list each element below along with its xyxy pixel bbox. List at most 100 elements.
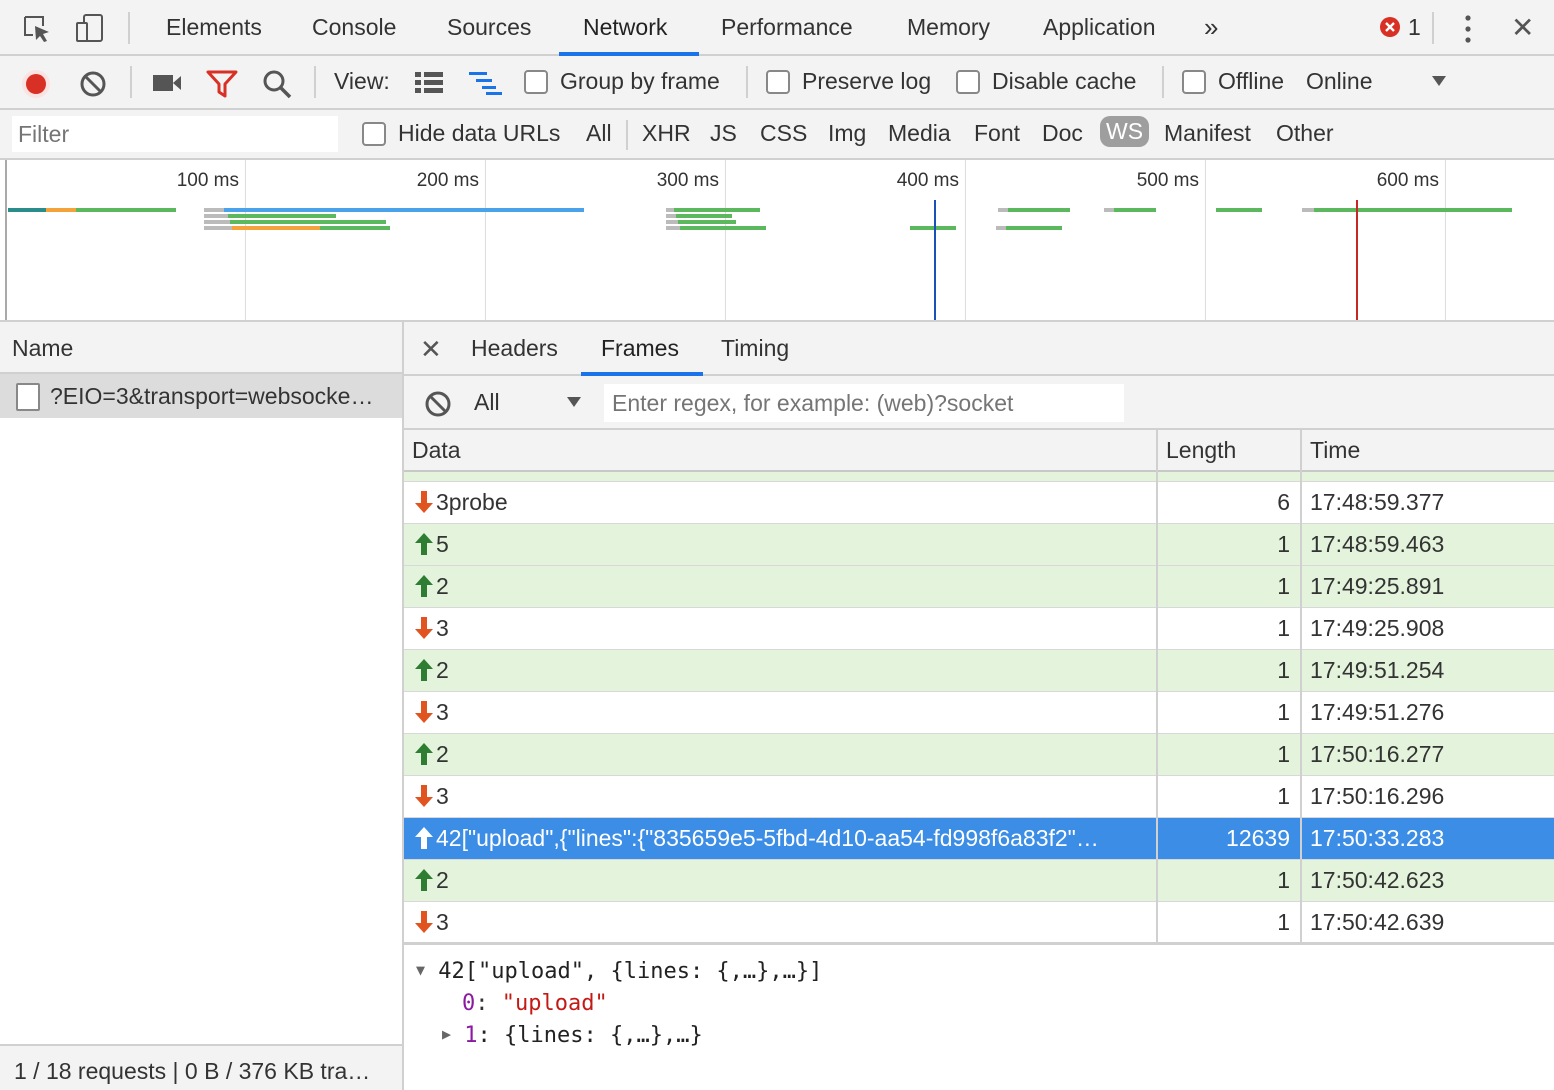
timeline-overview[interactable]: 100 ms 200 ms 300 ms 400 ms 500 ms 600 ms: [0, 160, 1554, 322]
timeline-bar: [8, 208, 46, 212]
kebab-menu-icon[interactable]: [1460, 14, 1476, 44]
search-icon[interactable]: [262, 69, 292, 99]
chevron-down-icon[interactable]: [1430, 74, 1448, 88]
preview-string-value: "upload": [501, 991, 608, 1016]
frame-data: 2: [436, 741, 449, 767]
timeline-tick-label: 100 ms: [176, 170, 239, 191]
hide-data-urls-checkbox[interactable]: [362, 122, 386, 146]
frame-length: 1: [1277, 783, 1290, 809]
tab-elements[interactable]: Elements: [166, 14, 262, 41]
throttling-select[interactable]: Online: [1306, 68, 1372, 95]
device-toolbar-icon[interactable]: [74, 12, 106, 44]
timeline-tick-label: 600 ms: [1376, 170, 1439, 191]
request-name: ?EIO=3&transport=websocke…: [50, 383, 374, 409]
tab-network[interactable]: Network: [583, 14, 667, 41]
tab-memory[interactable]: Memory: [907, 14, 990, 41]
filter-type-css[interactable]: CSS: [760, 120, 807, 147]
frame-time: 17:49:51.254: [1310, 657, 1445, 683]
frame-row[interactable]: 3 1 17:49:51.276: [404, 692, 1554, 734]
filter-type-manifest[interactable]: Manifest: [1164, 120, 1251, 147]
dom-content-loaded-marker: [934, 200, 936, 320]
regex-filter-input[interactable]: [604, 384, 1124, 422]
frame-row[interactable]: 3 1 17:49:25.908: [404, 608, 1554, 650]
time-column-header[interactable]: Time: [1310, 437, 1360, 464]
frame-row[interactable]: 2 1 17:49:51.254: [404, 650, 1554, 692]
request-summary: 1 / 18 requests | 0 B / 376 KB tra…: [14, 1058, 371, 1084]
frame-time: 17:50:16.296: [1310, 783, 1445, 809]
filter-input-box[interactable]: [12, 116, 338, 152]
frame-time: 17:50:42.639: [1310, 909, 1445, 935]
record-icon[interactable]: [20, 68, 52, 100]
tab-console[interactable]: Console: [312, 14, 396, 41]
timeline-gridline: [965, 160, 966, 320]
preview-object-value: {lines: {,…},…}: [504, 1023, 703, 1048]
timeline-tick-label: 400 ms: [896, 170, 959, 191]
offline-checkbox[interactable]: [1182, 70, 1206, 94]
clear-frames-icon[interactable]: [424, 390, 452, 418]
tab-sources[interactable]: Sources: [447, 14, 531, 41]
filter-type-xhr[interactable]: XHR: [642, 120, 691, 147]
divider: [314, 66, 316, 98]
triangle-down-icon[interactable]: ▼: [416, 961, 425, 979]
frame-data: 2: [436, 573, 449, 599]
detail-tab-timing[interactable]: Timing: [721, 335, 789, 362]
group-by-frame-checkbox[interactable]: [524, 70, 548, 94]
filter-type-doc[interactable]: Doc: [1042, 120, 1083, 147]
error-count[interactable]: 1: [1408, 14, 1421, 41]
close-detail-icon[interactable]: ✕: [420, 334, 442, 365]
more-tabs-button[interactable]: »: [1204, 12, 1218, 43]
frame-data: 2: [436, 867, 449, 893]
filter-funnel-icon[interactable]: [206, 70, 238, 98]
detail-tab-headers[interactable]: Headers: [471, 335, 558, 362]
clear-icon[interactable]: [79, 70, 107, 98]
filter-type-media[interactable]: Media: [888, 120, 951, 147]
disable-cache-checkbox[interactable]: [956, 70, 980, 94]
filter-type-font[interactable]: Font: [974, 120, 1020, 147]
filter-type-other[interactable]: Other: [1276, 120, 1334, 147]
frame-row[interactable]: 2 1 17:50:42.623: [404, 860, 1554, 902]
close-devtools-icon[interactable]: ✕: [1511, 11, 1534, 44]
length-column-header[interactable]: Length: [1166, 437, 1236, 464]
waterfall-overview-icon[interactable]: [468, 71, 504, 95]
request-row[interactable]: ?EIO=3&transport=websocke…: [0, 374, 402, 418]
regex-filter-box[interactable]: [604, 384, 1124, 422]
error-icon[interactable]: [1380, 17, 1400, 37]
frame-row[interactable]: 2 1 17:49:25.891: [404, 566, 1554, 608]
detail-tab-frames[interactable]: Frames: [601, 335, 679, 362]
name-column-header[interactable]: Name: [0, 322, 402, 374]
tab-application[interactable]: Application: [1043, 14, 1156, 41]
frame-length: 1: [1277, 573, 1290, 599]
preview-root[interactable]: ▼ 42["upload", {lines: {,…},…}]: [416, 959, 822, 984]
screenshot-camera-icon[interactable]: [152, 72, 182, 94]
filter-type-ws[interactable]: WS: [1100, 116, 1150, 147]
timeline-bar: [204, 226, 232, 230]
frame-row[interactable]: 3probe 6 17:48:59.377: [404, 482, 1554, 524]
frame-length: 1: [1277, 531, 1290, 557]
data-column-header[interactable]: Data: [412, 437, 461, 464]
frame-row[interactable]: 5 1 17:48:59.463: [404, 524, 1554, 566]
preserve-log-checkbox[interactable]: [766, 70, 790, 94]
frame-data: 5: [436, 531, 449, 557]
frame-type-select[interactable]: All: [474, 389, 500, 416]
tab-performance[interactable]: Performance: [721, 14, 853, 41]
frame-row[interactable]: 3 1 17:50:16.296: [404, 776, 1554, 818]
filter-type-js[interactable]: JS: [710, 120, 737, 147]
request-list-panel: Name ?EIO=3&transport=websocke… 1 / 18 r…: [0, 322, 404, 1090]
chevron-down-icon[interactable]: [566, 396, 582, 408]
frame-row[interactable]: 3 1 17:50:42.639: [404, 902, 1554, 944]
frame-row[interactable]: 2 1 17:50:16.277: [404, 734, 1554, 776]
disable-cache-label: Disable cache: [992, 68, 1137, 94]
filter-type-img[interactable]: Img: [828, 120, 866, 147]
preview-item-1[interactable]: ▶ 1: {lines: {,…},…}: [442, 1023, 703, 1048]
filter-type-all[interactable]: All: [586, 120, 612, 147]
preview-item-0: 0: "upload": [462, 991, 608, 1016]
frame-row[interactable]: 42["upload",{"lines":{"835659e5-5fbd-4d1…: [404, 818, 1554, 860]
frame-length: 1: [1277, 699, 1290, 725]
large-rows-icon[interactable]: [414, 71, 444, 95]
triangle-right-icon[interactable]: ▶: [442, 1025, 451, 1043]
inspect-element-icon[interactable]: [22, 14, 52, 44]
preserve-log-label: Preserve log: [802, 68, 932, 94]
filter-input[interactable]: [12, 116, 338, 152]
frame-length: 12639: [1226, 825, 1290, 851]
preview-root-text: 42["upload", {lines: {,…},…}]: [438, 959, 823, 984]
